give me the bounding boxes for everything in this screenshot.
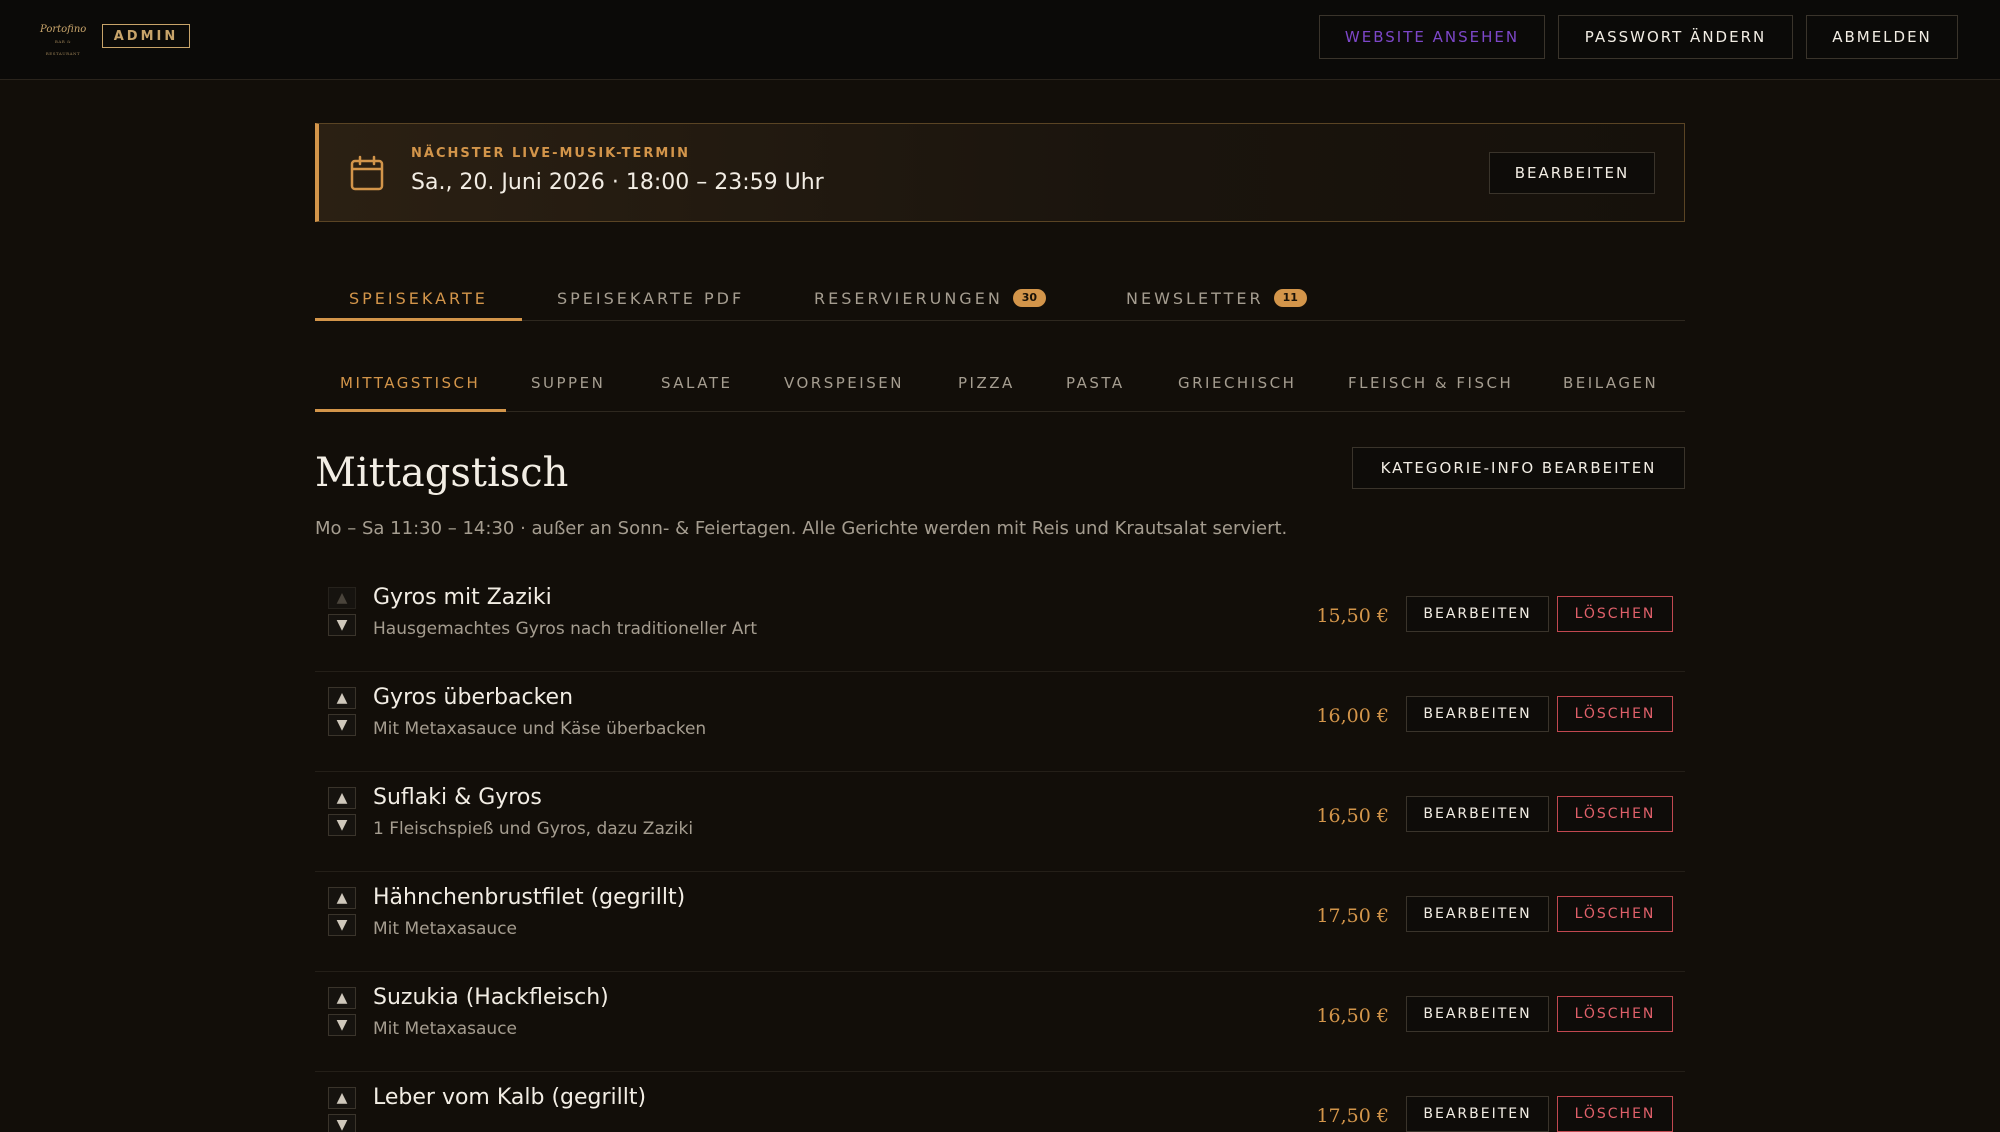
delete-item-button[interactable]: LÖSCHEN [1557, 596, 1673, 632]
menu-item: ▲ ▼ Suzukia (Hackfleisch) Mit Metaxasauc… [315, 972, 1685, 1072]
item-price: 16,50 € [1316, 1005, 1389, 1027]
tab-speisekarte-pdf[interactable]: SPEISEKARTE PDF [557, 276, 744, 320]
edit-category-info-button[interactable]: KATEGORIE-INFO BEARBEITEN [1352, 447, 1685, 489]
newsletter-count-badge: 11 [1273, 289, 1307, 307]
category-mittagstisch[interactable]: MITTAGSTISCH [340, 368, 480, 398]
edit-live-music-button[interactable]: BEARBEITEN [1489, 152, 1655, 194]
edit-item-button[interactable]: BEARBEITEN [1406, 896, 1549, 932]
delete-item-button[interactable]: LÖSCHEN [1557, 696, 1673, 732]
edit-item-button[interactable]: BEARBEITEN [1406, 1096, 1549, 1132]
banner-date: Sa., 20. Juni 2026 · 18:00 – 23:59 Uhr [411, 170, 824, 195]
item-name: Gyros überbacken [373, 685, 574, 710]
logo-subtitle: BAR & RESTAURANT [45, 39, 81, 56]
item-description: Hausgemachtes Gyros nach traditioneller … [373, 619, 757, 639]
category-suppen[interactable]: SUPPEN [531, 368, 605, 398]
move-up-button[interactable]: ▲ [328, 887, 356, 909]
menu-item: ▲ ▼ Gyros mit Zaziki Hausgemachtes Gyros… [315, 572, 1685, 672]
item-name: Leber vom Kalb (gegrillt) [373, 1085, 647, 1110]
move-down-button[interactable]: ▼ [328, 614, 356, 636]
item-price: 16,00 € [1316, 705, 1389, 727]
move-up-button[interactable]: ▲ [328, 787, 356, 809]
item-price: 16,50 € [1316, 805, 1389, 827]
tab-speisekarte[interactable]: SPEISEKARTE [349, 276, 488, 320]
item-name: Suzukia (Hackfleisch) [373, 985, 609, 1010]
item-description: Mit Metaxasauce [373, 1019, 518, 1039]
tab-label: NEWSLETTER [1126, 288, 1264, 308]
category-pasta[interactable]: PASTA [1066, 368, 1125, 398]
active-tab-indicator [315, 318, 522, 321]
move-up-button[interactable]: ▲ [328, 1087, 356, 1109]
top-bar: Portofino BAR & RESTAURANT ADMIN WEBSITE… [0, 0, 2000, 80]
item-price: 17,50 € [1316, 1105, 1389, 1127]
admin-badge: ADMIN [102, 24, 190, 48]
item-price: 15,50 € [1316, 605, 1389, 627]
banner-label: NÄCHSTER LIVE-MUSIK-TERMIN [411, 146, 690, 161]
calendar-icon [350, 155, 384, 191]
logout-button[interactable]: ABMELDEN [1806, 15, 1958, 59]
section-title: Mittagstisch [315, 450, 569, 496]
delete-item-button[interactable]: LÖSCHEN [1557, 1096, 1673, 1132]
menu-item: ▲ ▼ Leber vom Kalb (gegrillt) 17,50 € BE… [315, 1072, 1685, 1132]
edit-item-button[interactable]: BEARBEITEN [1406, 796, 1549, 832]
category-salate[interactable]: SALATE [661, 368, 733, 398]
section-description: Mo – Sa 11:30 – 14:30 · außer an Sonn- &… [315, 518, 1288, 539]
move-up-button[interactable]: ▲ [328, 687, 356, 709]
active-category-indicator [315, 409, 506, 412]
item-name: Suflaki & Gyros [373, 785, 542, 810]
item-description: 1 Fleischspieß und Gyros, dazu Zaziki [373, 819, 694, 839]
category-pizza[interactable]: PIZZA [958, 368, 1015, 398]
delete-item-button[interactable]: LÖSCHEN [1557, 796, 1673, 832]
menu-item: ▲ ▼ Hähnchenbrustfilet (gegrillt) Mit Me… [315, 872, 1685, 972]
menu-item: ▲ ▼ Suflaki & Gyros 1 Fleischspieß und G… [315, 772, 1685, 872]
move-down-button[interactable]: ▼ [328, 1014, 356, 1036]
logo-text: Portofino [40, 24, 87, 35]
item-name: Hähnchenbrustfilet (gegrillt) [373, 885, 686, 910]
move-down-button[interactable]: ▼ [328, 1114, 356, 1132]
tab-label: SPEISEKARTE [349, 288, 488, 308]
item-description: Mit Metaxasauce und Käse überbacken [373, 719, 707, 739]
category-beilagen[interactable]: BEILAGEN [1563, 368, 1658, 398]
move-up-button[interactable]: ▲ [328, 987, 356, 1009]
view-website-button[interactable]: WEBSITE ANSEHEN [1319, 15, 1545, 59]
change-password-button[interactable]: PASSWORT ÄNDERN [1558, 15, 1793, 59]
item-price: 17,50 € [1316, 905, 1389, 927]
item-name: Gyros mit Zaziki [373, 585, 552, 610]
tab-reservierungen[interactable]: RESERVIERUNGEN 30 [814, 276, 1047, 320]
edit-item-button[interactable]: BEARBEITEN [1406, 596, 1549, 632]
item-description: Mit Metaxasauce [373, 919, 518, 939]
category-vorspeisen[interactable]: VORSPEISEN [784, 368, 904, 398]
edit-item-button[interactable]: BEARBEITEN [1406, 696, 1549, 732]
category-fleisch-fisch[interactable]: FLEISCH & FISCH [1348, 368, 1513, 398]
tab-newsletter[interactable]: NEWSLETTER 11 [1126, 276, 1307, 320]
tab-label: SPEISEKARTE PDF [557, 288, 745, 308]
menu-item: ▲ ▼ Gyros überbacken Mit Metaxasauce und… [315, 672, 1685, 772]
categories-divider [315, 411, 1685, 412]
move-down-button[interactable]: ▼ [328, 814, 356, 836]
category-griechisch[interactable]: GRIECHISCH [1178, 368, 1296, 398]
tab-label: RESERVIERUNGEN [814, 288, 1003, 308]
delete-item-button[interactable]: LÖSCHEN [1557, 996, 1673, 1032]
restaurant-logo[interactable]: Portofino BAR & RESTAURANT [40, 24, 87, 56]
move-up-button[interactable]: ▲ [328, 587, 356, 609]
edit-item-button[interactable]: BEARBEITEN [1406, 996, 1549, 1032]
delete-item-button[interactable]: LÖSCHEN [1557, 896, 1673, 932]
move-down-button[interactable]: ▼ [328, 714, 356, 736]
move-down-button[interactable]: ▼ [328, 914, 356, 936]
reservations-count-badge: 30 [1012, 289, 1047, 307]
